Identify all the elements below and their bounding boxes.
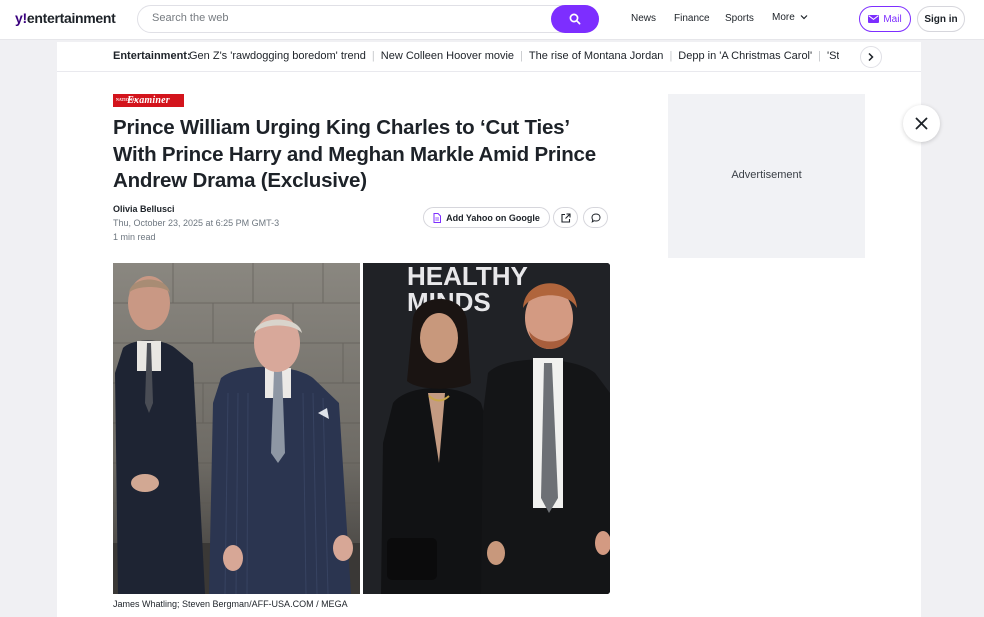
content-card: Entertainment: Gen Z's 'rawdogging bored…: [57, 42, 921, 617]
trending-next-button[interactable]: [860, 46, 882, 68]
search-box: [137, 5, 599, 33]
nav-sports[interactable]: Sports: [725, 13, 754, 24]
article-headline: Prince William Urging King Charles to ‘C…: [113, 116, 596, 192]
trending-item[interactable]: New Colleen Hoover movie: [381, 50, 514, 62]
article-photo-left: [113, 263, 360, 594]
nav-news[interactable]: News: [631, 13, 656, 24]
chevron-right-icon: [868, 52, 874, 62]
yahoo-entertainment-logo[interactable]: y!entertainment: [15, 10, 116, 26]
trending-separator: |: [371, 50, 375, 62]
article-author[interactable]: Olivia Bellusci: [113, 204, 175, 214]
article-date: Thu, October 23, 2025 at 6:25 PM GMT-3: [113, 218, 280, 228]
mail-button[interactable]: Mail: [859, 6, 911, 32]
trending-item[interactable]: Depp in 'A Christmas Carol': [678, 50, 812, 62]
trending-bar: Entertainment: Gen Z's 'rawdogging bored…: [57, 42, 921, 72]
logo-prefix: y!: [15, 10, 27, 26]
nav-more-label: More: [772, 12, 795, 23]
trending-item[interactable]: 'Strange: [827, 50, 839, 62]
chevron-down-icon: [800, 15, 808, 20]
read-time: 1 min read: [113, 232, 156, 242]
sign-in-label: Sign in: [924, 13, 958, 25]
article-photo-right: HEALTHY MINDS: [363, 263, 610, 594]
top-header: y!entertainment News Finance Sports More…: [0, 0, 984, 40]
share-button[interactable]: [553, 207, 578, 228]
mail-label: Mail: [883, 13, 902, 25]
add-yahoo-on-google-button[interactable]: Add Yahoo on Google: [423, 207, 550, 228]
trending-list: Gen Z's 'rawdogging boredom' trend | New C…: [189, 50, 839, 66]
photo-caption: James Whatling; Steven Bergman/AFF-USA.C…: [113, 599, 348, 609]
trending-separator: |: [669, 50, 673, 62]
publisher-logo[interactable]: NATIONAL Examiner: [113, 94, 184, 107]
search-button[interactable]: [551, 5, 599, 33]
close-button[interactable]: [903, 105, 940, 142]
document-icon: [433, 212, 442, 223]
trending-label: Entertainment:: [113, 50, 191, 62]
trending-item[interactable]: The rise of Montana Jordan: [529, 50, 664, 62]
trending-separator: |: [818, 50, 821, 62]
trending-item[interactable]: Gen Z's 'rawdogging boredom' trend: [189, 50, 366, 62]
comments-button[interactable]: [583, 207, 608, 228]
nav-finance[interactable]: Finance: [674, 13, 710, 24]
trending-separator: |: [520, 50, 523, 62]
publisher-logo-small: NATIONAL: [116, 97, 138, 102]
harry-meghan-photo-illustration: HEALTHY MINDS: [363, 263, 610, 594]
advertisement-slot[interactable]: Advertisement: [668, 94, 865, 258]
nav-more[interactable]: More: [772, 12, 808, 23]
logo-text: entertainment: [26, 10, 116, 26]
search-input[interactable]: [152, 12, 532, 24]
add-yahoo-on-google-label: Add Yahoo on Google: [446, 212, 540, 223]
search-icon: [569, 13, 581, 25]
comment-icon: [590, 212, 601, 223]
close-icon: [915, 117, 928, 130]
sign-in-button[interactable]: Sign in: [917, 6, 965, 32]
mail-icon: [868, 15, 880, 23]
royals-photo-illustration: [113, 263, 360, 594]
advertisement-label: Advertisement: [731, 169, 802, 181]
share-icon: [560, 212, 571, 223]
